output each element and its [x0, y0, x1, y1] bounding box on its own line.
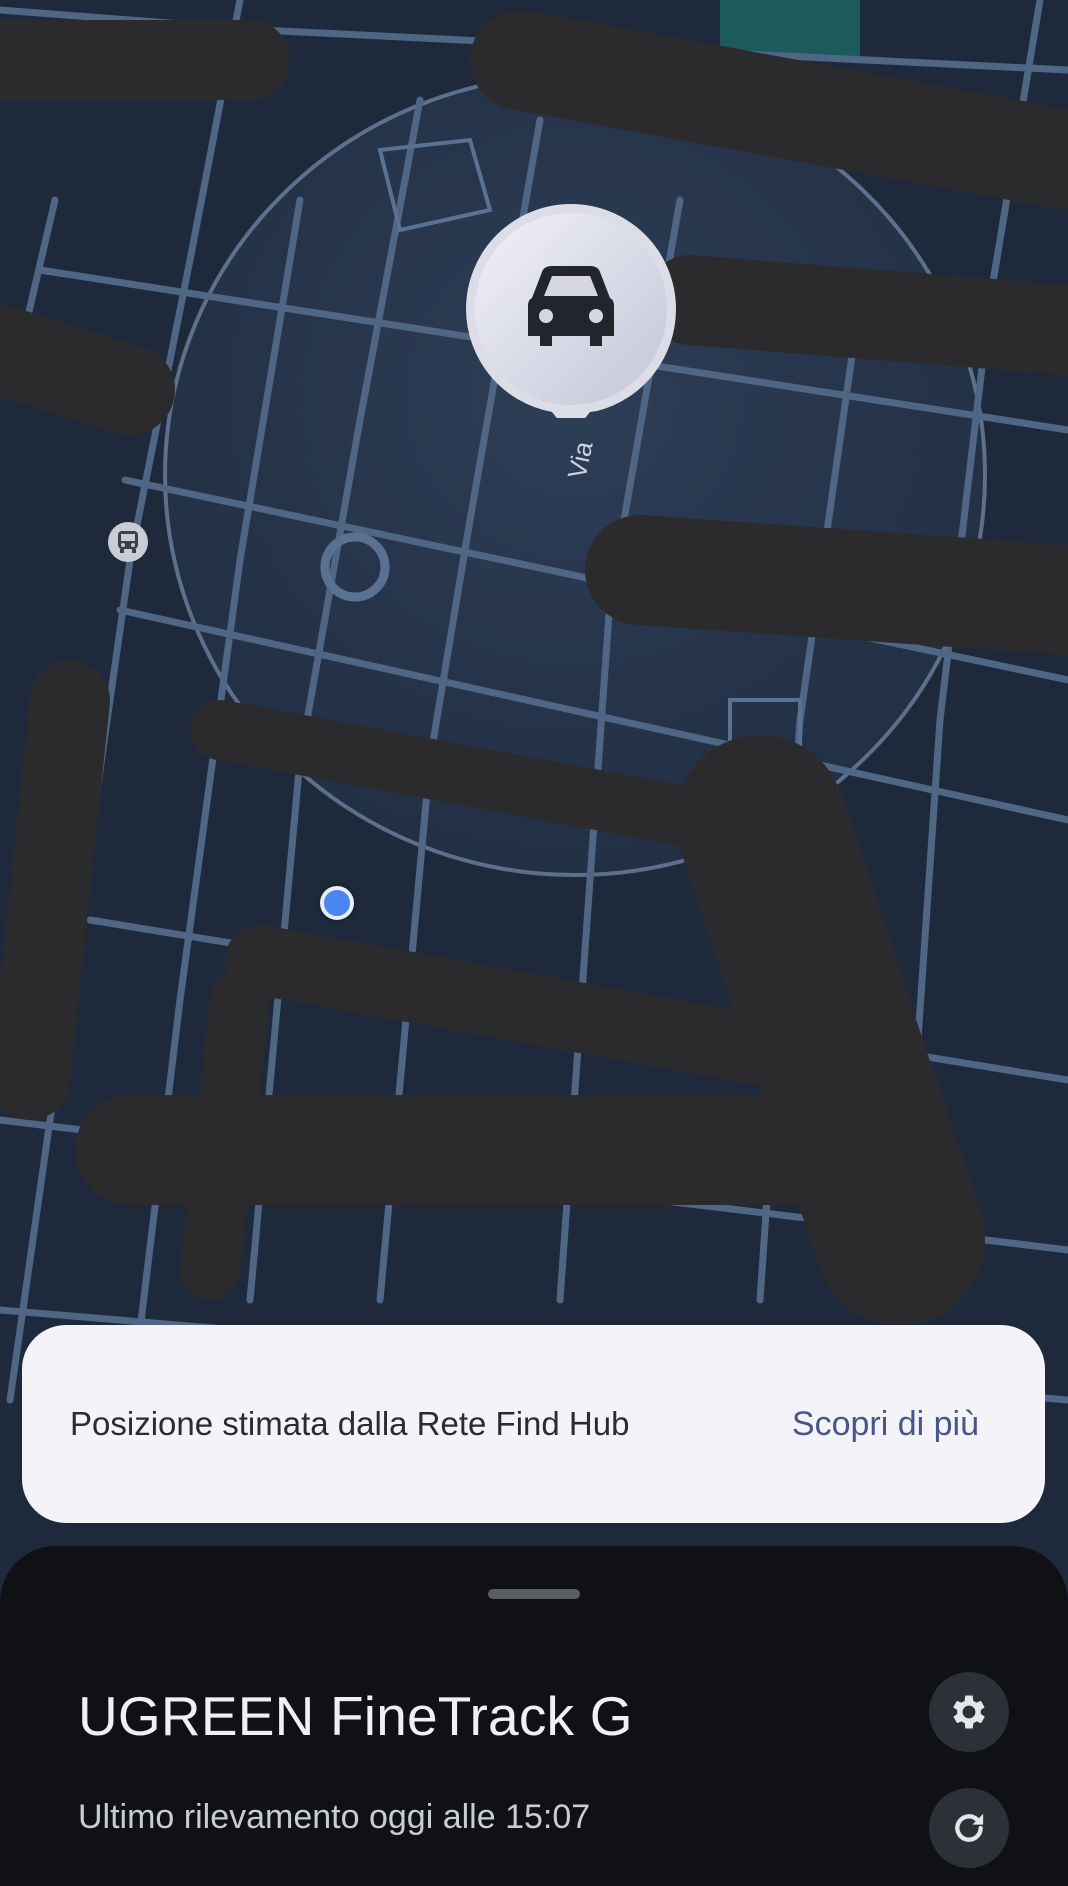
- bus-stop-icon[interactable]: [108, 522, 148, 562]
- device-location-marker[interactable]: [462, 200, 680, 418]
- last-seen-text: Ultimo rilevamento oggi alle 15:07: [78, 1798, 591, 1836]
- estimated-location-text: Posizione stimata dalla Rete Find Hub: [70, 1405, 630, 1442]
- estimated-location-card: Posizione stimata dalla Rete Find Hub Sc…: [22, 1325, 1045, 1523]
- current-location-dot: [320, 886, 354, 920]
- refresh-button[interactable]: [929, 1788, 1009, 1868]
- gear-icon: [953, 1695, 985, 1729]
- refresh-icon: [955, 1813, 984, 1842]
- sheet-drag-handle[interactable]: [488, 1589, 580, 1599]
- learn-more-link[interactable]: Scopri di più: [792, 1405, 979, 1444]
- car-icon: [528, 266, 614, 346]
- settings-button[interactable]: [929, 1672, 1009, 1752]
- device-name: UGREEN FineTrack G: [78, 1685, 633, 1747]
